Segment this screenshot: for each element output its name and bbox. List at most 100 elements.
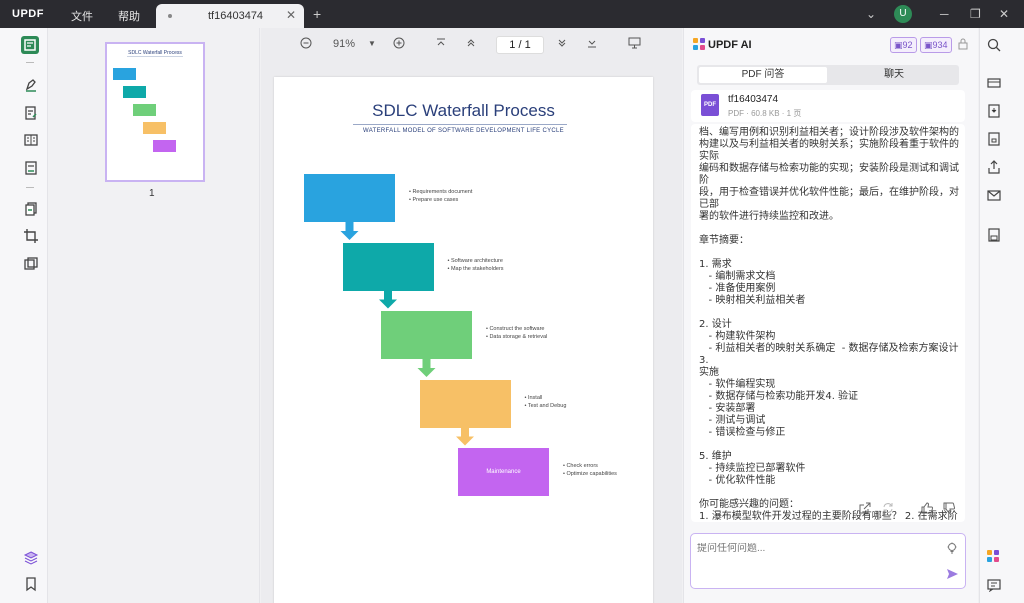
thumbnail-title: SDLC Waterfall Process [128,50,182,56]
pdf-credit-count: 92 [902,40,913,50]
restore-icon[interactable]: ❐ [970,7,981,21]
page-indicator[interactable]: 1 / 1 [496,36,544,54]
organize-pages-icon[interactable] [22,200,40,218]
minimize-icon[interactable]: ─ [940,7,949,21]
pdf-page: SDLC Waterfall Process WATERFALL MODEL O… [274,77,653,603]
tab-chat[interactable]: 聊天 [831,67,957,83]
add-tab-icon[interactable]: + [313,6,321,22]
tab-pdf-qa[interactable]: PDF 问答 [699,67,827,83]
menu-help[interactable]: 帮助 [118,8,140,24]
lock-icon[interactable] [958,38,968,53]
stage-notes-2: • Software architecture • Map the stakeho… [448,257,504,273]
ai-answer-card: 档、编写用例和识别利益相关者；设计阶段涉及软件架构的 构建以及与利益相关者的映射… [691,124,965,522]
pdf-credit-badge: ▣92 [890,37,917,53]
stage-note: • Check errors [563,463,598,469]
form-icon[interactable] [22,159,40,177]
send-icon[interactable] [946,568,959,583]
comment-icon[interactable] [22,76,40,94]
chat-comment-icon[interactable] [987,578,1003,594]
divider [26,187,34,188]
layers-icon[interactable] [22,549,40,567]
chat-credit-icon: ▣ [924,40,933,50]
search-icon[interactable] [987,38,1003,54]
thumbs-up-icon[interactable] [921,502,935,516]
zoom-out-icon[interactable] [300,37,312,52]
tools-icon[interactable] [22,255,40,273]
stage-notes-4: • Install • Test and Debug [525,394,567,410]
close-window-icon[interactable]: ✕ [999,7,1009,21]
regenerate-icon[interactable] [882,502,896,516]
email-icon[interactable] [987,188,1003,204]
page-thumbnail[interactable]: SDLC Waterfall Process [105,42,205,182]
stage-arrowhead-4 [456,427,474,446]
zoom-dropdown-icon[interactable]: ▼ [368,39,376,48]
previous-page-icon[interactable] [466,38,476,51]
stage-note: • Construct the software [486,326,545,332]
ai-question-input[interactable] [697,543,927,554]
stage-arrowhead-2 [379,290,397,309]
bookmark-icon[interactable] [22,575,40,593]
document-tab[interactable]: tf16403474 ✕ [156,4,304,28]
stage-notes-5: • Check errors • Optimize capabilities [563,462,617,478]
file-name: tf16403474 [728,94,779,105]
first-page-icon[interactable] [436,38,446,51]
ai-answer-text: 档、编写用例和识别利益相关者；设计阶段涉及软件架构的 构建以及与利益相关者的映射… [699,127,959,522]
crop-icon[interactable] [22,227,40,245]
ai-panel-title: UPDF AI [708,39,752,51]
last-page-icon[interactable] [587,38,597,51]
file-meta: PDF · 60.8 KB · 1 页 [728,109,802,118]
ocr-icon[interactable] [987,76,1003,92]
title-bar: UPDF 文件 帮助 tf16403474 ✕ + ⌄ U ─ ❐ ✕ [0,0,1024,28]
stage-note: • Map the stakeholders [447,265,504,272]
reader-icon[interactable] [21,36,39,54]
stage-notes-3: • Construct the software • Data storage &… [486,325,547,341]
thumbnail-panel: SDLC Waterfall Process 1 [49,28,260,603]
presentation-icon[interactable] [628,37,641,52]
stage-note: • Optimize capabilities [563,471,617,477]
stage-note: • Data storage & retrieval [486,334,548,340]
stage-note: • Requirements document [409,189,473,195]
menu-file[interactable]: 文件 [71,8,93,24]
thumbnail-page-number: 1 [149,188,155,199]
stage-box-2 [342,242,434,291]
stage-note: • Software architecture [447,257,503,264]
tab-close-icon[interactable]: ✕ [286,8,296,22]
chevron-down-icon[interactable]: ⌄ [866,7,876,21]
thumbs-down-icon[interactable] [943,502,957,516]
divider [26,62,34,63]
pdf-credit-icon: ▣ [894,40,903,50]
lightbulb-icon[interactable] [946,542,958,558]
chat-credit-count: 934 [932,40,948,50]
share-file-icon[interactable] [987,160,1003,176]
file-info-card: PDF tf16403474 PDF · 60.8 KB · 1 页 [691,90,965,122]
stage-box-5: Maintenance [458,448,549,496]
stage-box-4 [419,379,511,428]
current-page[interactable]: 1 [509,39,515,51]
stage-arrowhead-1 [340,222,359,240]
share-icon[interactable] [859,502,873,516]
document-area: 91% ▼ 1 / 1 SDLC Waterfall Process WATER… [261,28,682,603]
updf-ai-icon[interactable] [986,549,1002,565]
protect-icon[interactable] [987,132,1003,148]
thumbnail-preview: SDLC Waterfall Process [113,50,183,152]
right-toolbar [979,28,1024,603]
convert-icon[interactable] [987,104,1003,120]
save-icon[interactable] [987,228,1003,244]
ai-logo-icon [693,38,705,50]
stage-note: • Install [524,394,543,401]
total-pages: 1 [524,39,531,51]
tab-dot-icon [168,14,172,18]
stage-note: • Test and Debug [524,402,567,409]
ai-question-box[interactable] [690,533,966,589]
stage-box-3 [381,311,472,359]
edit-pdf-icon[interactable] [22,104,40,122]
zoom-in-icon[interactable] [393,37,405,52]
next-page-icon[interactable] [557,38,567,51]
ai-mode-tabs: PDF 问答 聊天 [697,65,959,85]
pdf-file-icon: PDF [701,94,719,116]
left-toolbar [0,28,48,603]
avatar[interactable]: U [894,5,912,23]
stage-note: • Prepare use cases [409,197,459,203]
zoom-level[interactable]: 91% [333,38,355,50]
page-tools-icon[interactable] [22,131,40,149]
